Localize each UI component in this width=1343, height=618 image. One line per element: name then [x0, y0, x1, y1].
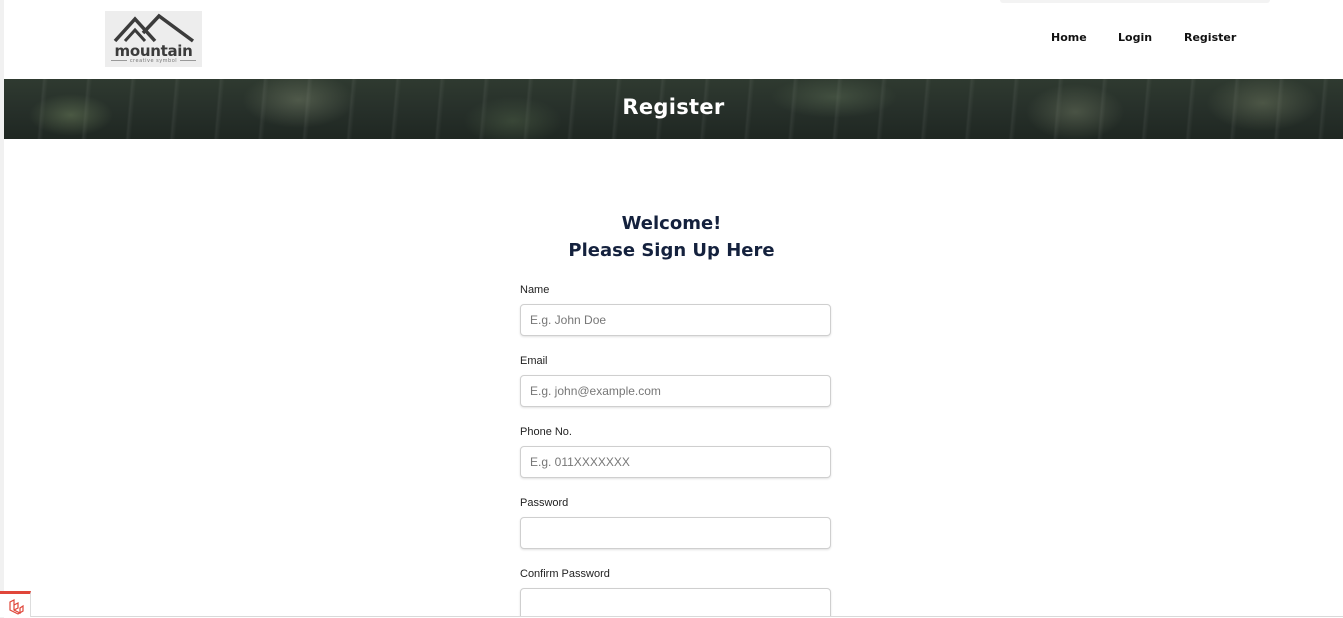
name-label: Name: [520, 284, 550, 296]
logo-wordmark: mountain: [114, 42, 193, 60]
signup-line: Please Sign Up Here: [568, 240, 775, 261]
debugbar-toggle[interactable]: [0, 591, 31, 617]
page: mountain creative symbol Home Login Regi…: [4, 0, 1343, 617]
phone-input[interactable]: [520, 446, 831, 478]
email-label: Email: [520, 355, 548, 367]
site-logo[interactable]: mountain creative symbol: [105, 11, 202, 67]
nav-register-link[interactable]: Register: [1184, 31, 1236, 47]
site-header: mountain creative symbol Home Login Regi…: [4, 0, 1343, 79]
confirm-password-label: Confirm Password: [520, 568, 610, 580]
banner-title: Register: [622, 95, 725, 119]
form-heading: Welcome! Please Sign Up Here: [4, 210, 1343, 264]
logo-tagline: creative symbol: [105, 58, 202, 64]
phone-label: Phone No.: [520, 426, 572, 438]
mountain-logo-icon: [113, 13, 195, 43]
page-banner: Register: [4, 79, 1343, 139]
confirm-password-input[interactable]: [520, 588, 831, 616]
email-input[interactable]: [520, 375, 831, 407]
name-input[interactable]: [520, 304, 831, 336]
header-top-hint: [1000, 0, 1270, 3]
password-label: Password: [520, 497, 569, 509]
nav-home-link[interactable]: Home: [1051, 31, 1087, 47]
welcome-line: Welcome!: [621, 213, 722, 234]
password-input[interactable]: [520, 517, 831, 549]
laravel-icon: [9, 599, 24, 615]
nav-login-link[interactable]: Login: [1118, 31, 1152, 47]
